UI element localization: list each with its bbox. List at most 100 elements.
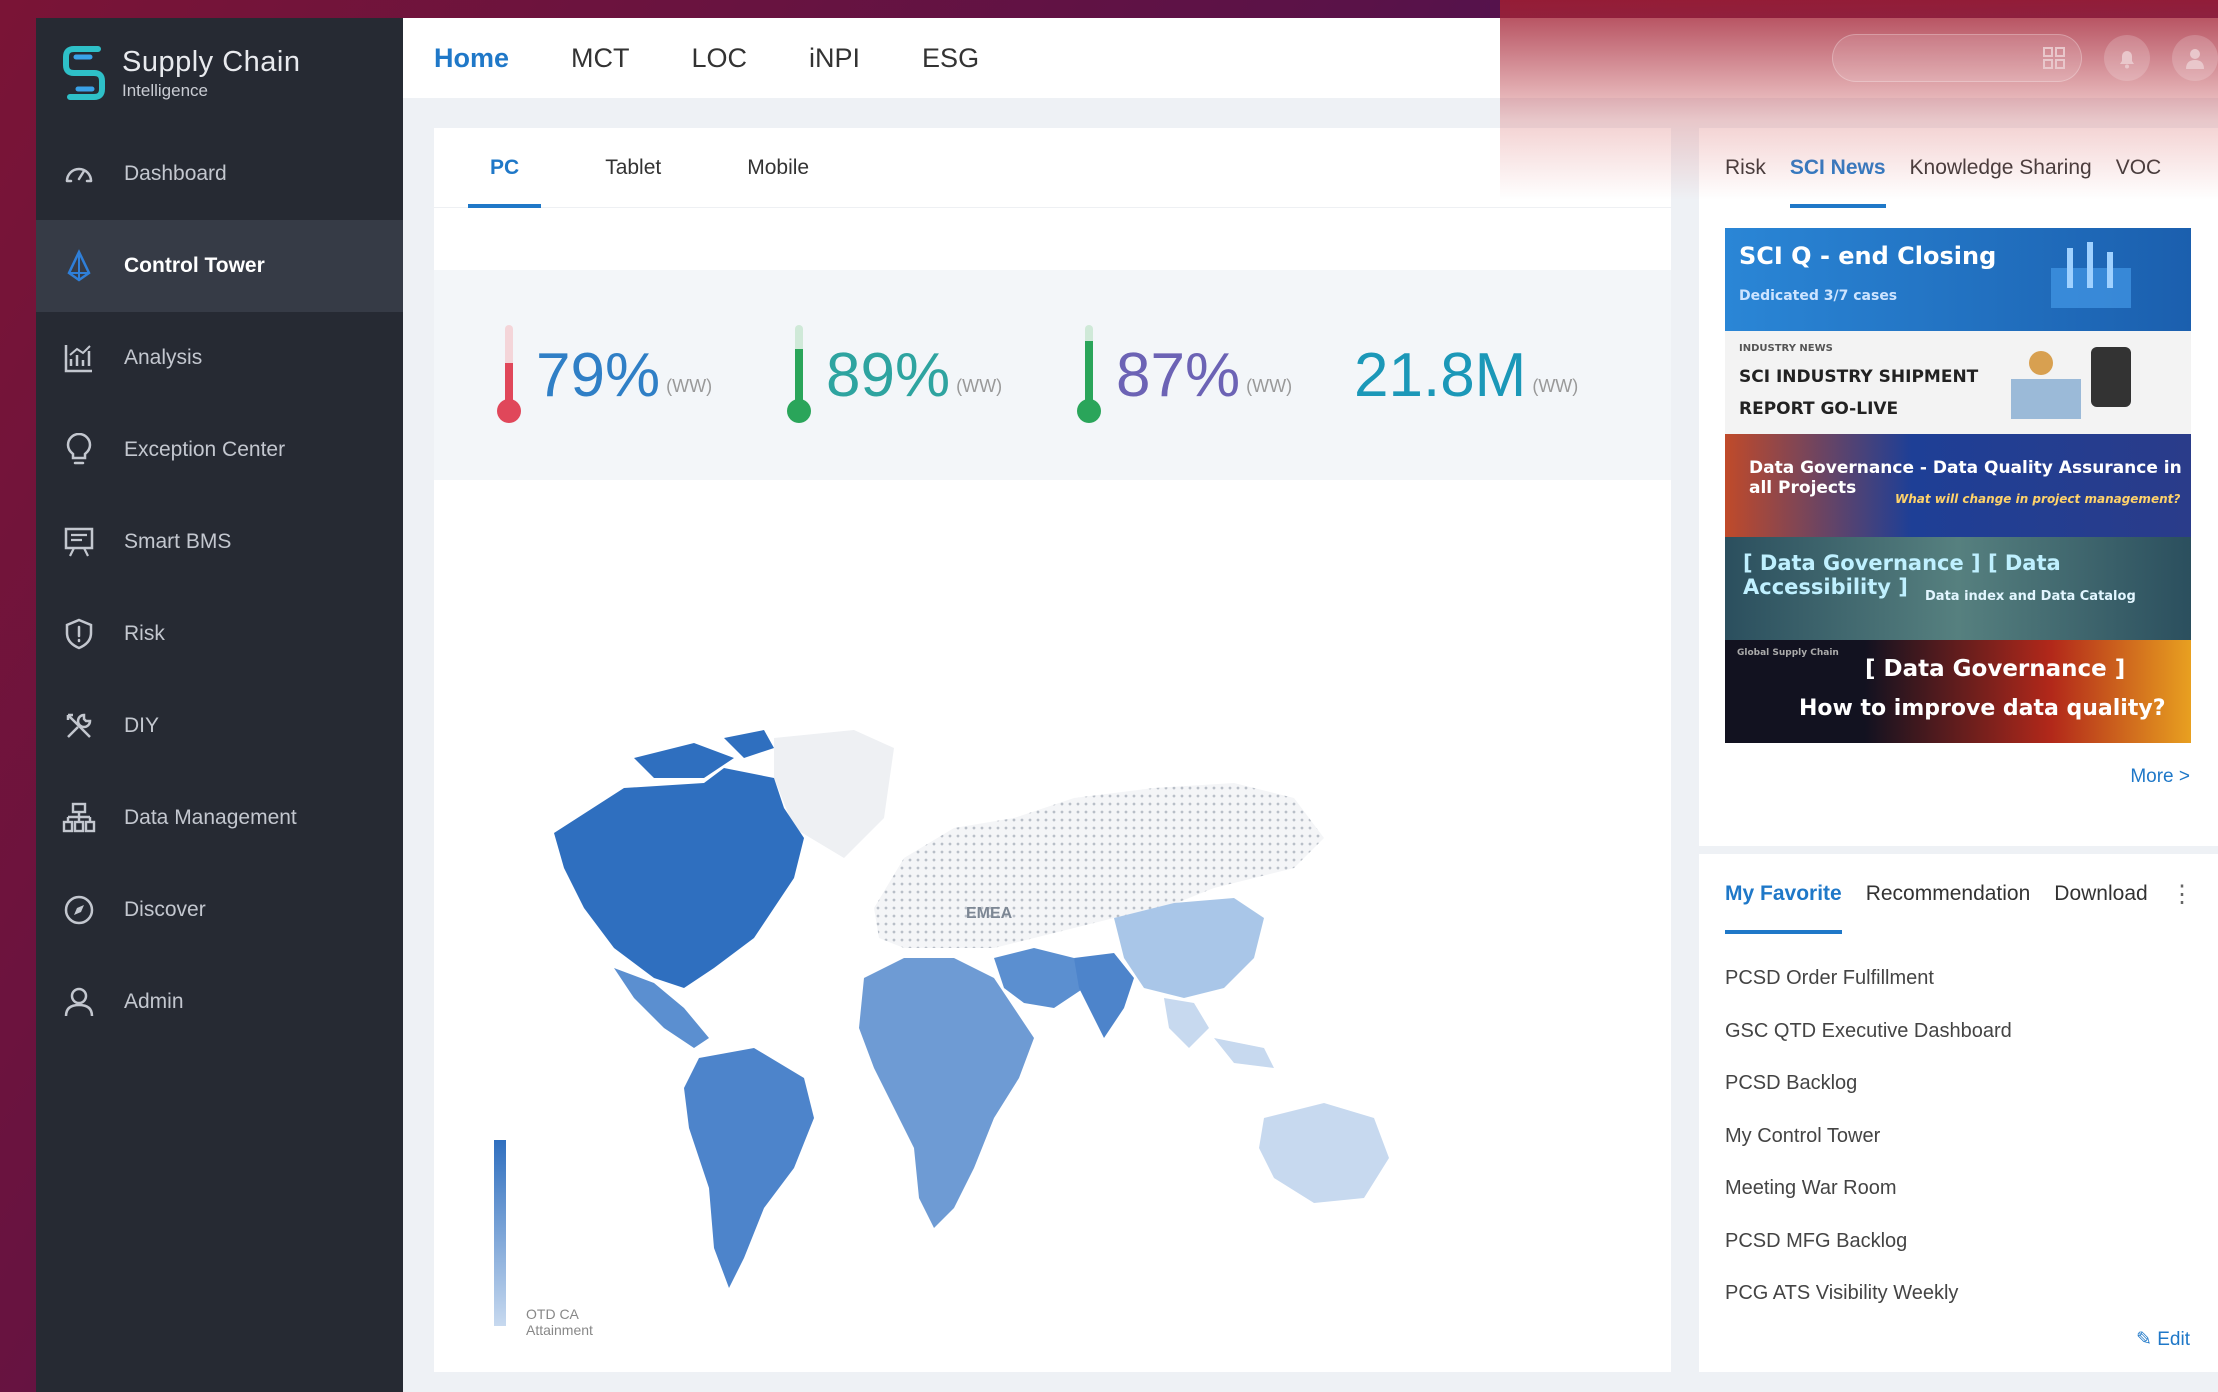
user-icon — [60, 983, 98, 1021]
sidebar-item-label: Data Management — [124, 806, 297, 829]
tab-pc[interactable]: PC — [467, 128, 542, 208]
edit-pencil-icon: ✎ — [2136, 1329, 2158, 1350]
map-region-north-america[interactable] — [554, 768, 804, 988]
sidebar-item-label: Smart BMS — [124, 530, 232, 553]
kpi-unit: (WW) — [666, 375, 713, 396]
news-tabs: Risk SCI News Knowledge Sharing VOC — [1699, 128, 2218, 208]
map-region-arctic-islands[interactable] — [634, 730, 774, 778]
brand[interactable]: Supply Chain Intelligence — [36, 18, 403, 128]
news-banner[interactable]: [ Data Governance ] [ Data Accessibility… — [1725, 537, 2191, 640]
brand-title: Supply Chain — [122, 45, 301, 78]
sidebar-item-diy[interactable]: DIY — [36, 680, 403, 772]
tab-esg[interactable]: ESG — [922, 43, 979, 74]
list-item[interactable]: PCSD Backlog — [1725, 1057, 2012, 1110]
sidebar-item-control-tower[interactable]: Control Tower — [36, 220, 403, 312]
kpi-value: 87% — [1116, 340, 1241, 410]
kpi-value: 89% — [826, 340, 951, 410]
kpi-unit: (WW) — [1246, 375, 1293, 396]
map-region-africa[interactable] — [859, 958, 1034, 1228]
sidebar-item-discover[interactable]: Discover — [36, 864, 403, 956]
list-item[interactable]: GSC QTD Executive Dashboard — [1725, 1005, 2012, 1058]
device-tabs: PC Tablet Mobile — [434, 128, 1671, 208]
tab-mct[interactable]: MCT — [571, 43, 629, 74]
tab-my-favorite[interactable]: My Favorite — [1725, 854, 1842, 934]
tab-loc[interactable]: LOC — [692, 43, 748, 74]
map-legend-label: OTD CA Attainment — [526, 1306, 646, 1338]
sidebar-item-label: DIY — [124, 714, 160, 737]
thermometer-green-icon — [787, 325, 811, 423]
tab-mobile[interactable]: Mobile — [747, 128, 809, 208]
banner-kicker: Global Supply Chain — [1737, 648, 1839, 658]
app-window: Supply Chain Intelligence Dashboard Cont… — [36, 18, 2218, 1392]
tab-risk[interactable]: Risk — [1725, 128, 1766, 208]
kpi-card[interactable]: 87% (WW) — [1074, 323, 1304, 427]
hierarchy-icon — [60, 799, 98, 837]
brand-subtitle: Intelligence — [122, 80, 209, 100]
news-banner[interactable]: SCI Q - end Closing Dedicated 3/7 cases — [1725, 228, 2191, 331]
tab-recommendation[interactable]: Recommendation — [1866, 854, 2031, 934]
news-banner[interactable]: Global Supply Chain [ Data Governance ] … — [1725, 640, 2191, 743]
kpi-row: 79% (WW) 89% (WW) 87% (WW) 21.8M (WW) — [434, 270, 1671, 480]
tab-knowledge-sharing[interactable]: Knowledge Sharing — [1910, 128, 2092, 208]
sidebar-item-exception-center[interactable]: Exception Center — [36, 404, 403, 496]
map-legend-gradient — [494, 1140, 506, 1326]
sidebar-item-label: Discover — [124, 898, 206, 921]
tab-voc[interactable]: VOC — [2116, 128, 2162, 208]
sidebar-item-label: Admin — [124, 990, 184, 1013]
kpi-card[interactable]: 89% (WW) — [784, 323, 1014, 427]
kpi-value: 79% — [536, 340, 661, 410]
list-item[interactable]: My Control Tower — [1725, 1110, 2012, 1163]
apps-grid-icon[interactable] — [2041, 45, 2067, 71]
favorites-tabs: My Favorite Recommendation Download — [1699, 854, 2218, 934]
news-banner[interactable]: INDUSTRY NEWS SCI INDUSTRY SHIPMENT REPO… — [1725, 331, 2191, 434]
map-region-label: EMEA — [966, 905, 1013, 922]
list-item[interactable]: PCSD Order Fulfillment — [1725, 952, 2012, 1005]
sidebar-item-label: Control Tower — [124, 254, 265, 277]
sidebar-item-analysis[interactable]: Analysis — [36, 312, 403, 404]
kpi-unit: (WW) — [956, 375, 1003, 396]
sidebar-item-admin[interactable]: Admin — [36, 956, 403, 1048]
tab-sci-news[interactable]: SCI News — [1789, 128, 1886, 208]
sidebar-item-label: Analysis — [124, 346, 203, 369]
more-link[interactable]: More > — [2130, 766, 2190, 788]
map-region-india[interactable] — [1074, 953, 1134, 1038]
kpi-card[interactable]: 79% (WW) — [494, 323, 724, 427]
world-map[interactable]: EMEA — [474, 608, 1604, 1328]
favorites-list: PCSD Order Fulfillment GSC QTD Executive… — [1725, 952, 2012, 1320]
tools-icon — [60, 707, 98, 745]
presentation-icon — [60, 523, 98, 561]
banner-title: [ Data Governance ] — [1865, 656, 2126, 682]
news-banner[interactable]: Data Governance - Data Quality Assurance… — [1725, 434, 2191, 537]
banner-subtitle: What will change in project management? — [1895, 492, 2181, 506]
edit-button[interactable]: ✎ Edit — [2136, 1328, 2190, 1351]
search-input[interactable] — [1832, 34, 2082, 82]
list-item[interactable]: PCG ATS Visibility Weekly — [1725, 1267, 2012, 1320]
tab-tablet[interactable]: Tablet — [605, 128, 661, 208]
sidebar-item-data-management[interactable]: Data Management — [36, 772, 403, 864]
list-item[interactable]: PCSD MFG Backlog — [1725, 1215, 2012, 1268]
map-region-east-asia[interactable] — [1114, 898, 1264, 998]
sidebar-item-dashboard[interactable]: Dashboard — [36, 128, 403, 220]
sidebar-item-smart-bms[interactable]: Smart BMS — [36, 496, 403, 588]
tab-home[interactable]: Home — [434, 43, 509, 74]
devices-illustration-icon — [2011, 347, 2131, 419]
sidebar-item-risk[interactable]: Risk — [36, 588, 403, 680]
lightbulb-icon — [60, 431, 98, 469]
map-region-south-america[interactable] — [684, 1048, 814, 1288]
dashboard-gauge-icon — [60, 155, 98, 193]
map-region-southeast-asia[interactable] — [1164, 998, 1274, 1068]
tab-inpi[interactable]: iNPI — [809, 43, 860, 74]
kpi-unit: (WW) — [1532, 375, 1579, 396]
sidebar: Supply Chain Intelligence Dashboard Cont… — [36, 18, 403, 1392]
user-avatar-icon[interactable] — [2172, 35, 2218, 81]
notification-bell-icon[interactable] — [2104, 35, 2150, 81]
list-item[interactable]: Meeting War Room — [1725, 1162, 2012, 1215]
tab-download[interactable]: Download — [2054, 854, 2147, 934]
more-options-icon[interactable]: ⋮ — [2170, 880, 2194, 909]
main-panel: PC Tablet Mobile 79% (WW) 89% (WW) 87% (… — [434, 128, 1671, 1372]
map-region-australia[interactable] — [1259, 1103, 1389, 1203]
banner-title: SCI Q - end Closing — [1739, 242, 1997, 270]
shield-alert-icon — [60, 615, 98, 653]
kpi-card[interactable]: 21.8M (WW) — [1354, 340, 1614, 411]
banner-title: SCI INDUSTRY SHIPMENT — [1739, 367, 1979, 387]
